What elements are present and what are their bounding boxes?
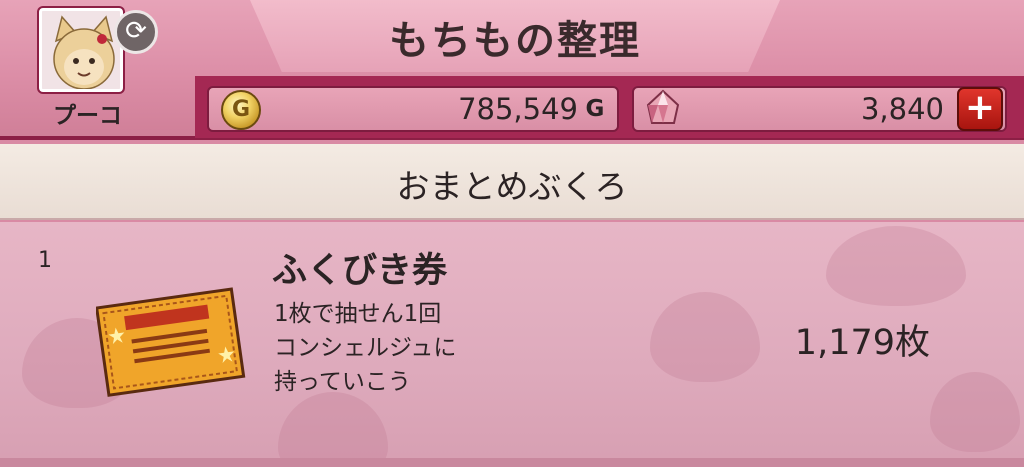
- category-title: おまとめぶくろ: [396, 167, 628, 206]
- item-description-line: コンシェルジュに: [274, 335, 457, 361]
- character-name: プーコ: [53, 103, 122, 129]
- item-index: 1: [38, 248, 52, 273]
- page-title: もちもの整理: [389, 18, 641, 64]
- item-description-line: 持っていこう: [274, 369, 411, 395]
- list-bottom-edge: [0, 458, 1024, 467]
- item-description-line: 1枚で抽せん1回: [274, 301, 442, 327]
- lottery-ticket-icon: [96, 287, 246, 397]
- gold-amount: 785,549: [458, 92, 578, 126]
- gold-unit: G: [585, 96, 605, 122]
- gem-amount: 3,840: [860, 92, 944, 126]
- swap-character-icon[interactable]: ⟳: [114, 10, 158, 54]
- avatar[interactable]: [39, 8, 123, 92]
- add-gems-button[interactable]: +: [957, 87, 1003, 131]
- character-portrait-icon: [42, 11, 120, 89]
- item-name: ふくびき券: [272, 251, 448, 291]
- gem-icon: [646, 89, 680, 124]
- gold-coin-icon: G: [221, 90, 261, 130]
- item-count: 1,179枚: [794, 323, 930, 363]
